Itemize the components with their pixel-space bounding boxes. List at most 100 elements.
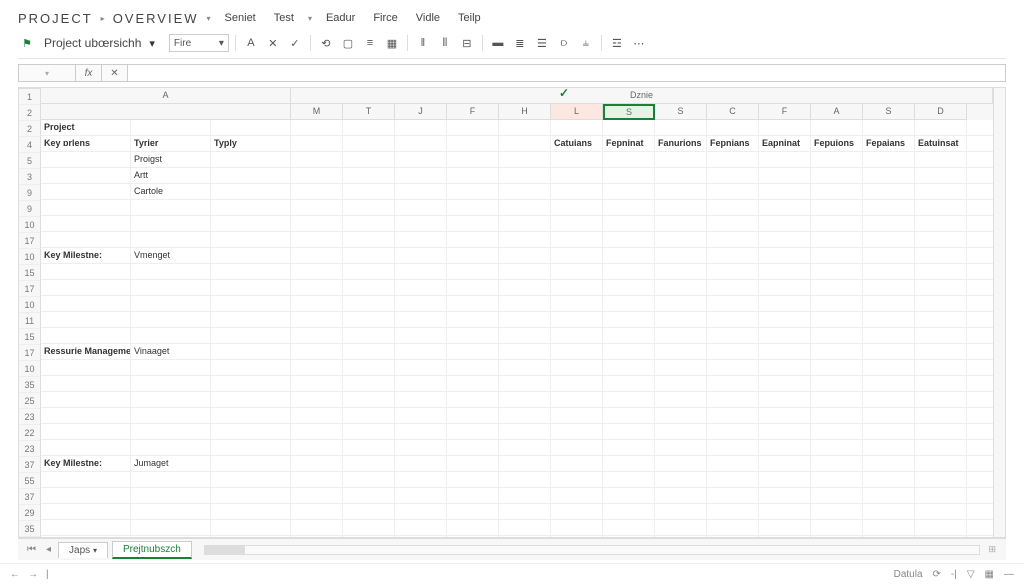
check-icon[interactable]: ✓ xyxy=(286,34,304,52)
table-row[interactable] xyxy=(41,280,993,296)
cell[interactable] xyxy=(131,424,211,439)
row-header[interactable]: 15 xyxy=(19,265,40,281)
cell[interactable] xyxy=(551,344,603,359)
cell[interactable] xyxy=(707,232,759,247)
document-name[interactable]: Project ubœrsichh xyxy=(40,36,145,50)
cell[interactable] xyxy=(211,312,291,327)
cell[interactable] xyxy=(811,296,863,311)
cell[interactable] xyxy=(863,440,915,455)
cell[interactable] xyxy=(603,280,655,295)
cell[interactable] xyxy=(551,392,603,407)
cell[interactable] xyxy=(131,488,211,503)
cell[interactable] xyxy=(211,248,291,263)
cell[interactable] xyxy=(343,520,395,535)
cell[interactable] xyxy=(707,360,759,375)
cell[interactable] xyxy=(655,312,707,327)
cell[interactable] xyxy=(551,152,603,167)
cell[interactable] xyxy=(343,408,395,423)
cell[interactable] xyxy=(291,248,343,263)
cell[interactable] xyxy=(811,152,863,167)
row-header[interactable]: 9 xyxy=(19,185,40,201)
cell[interactable] xyxy=(41,360,131,375)
cell[interactable] xyxy=(603,472,655,487)
cell[interactable] xyxy=(655,152,707,167)
cell[interactable] xyxy=(211,328,291,343)
cell[interactable] xyxy=(707,200,759,215)
cell[interactable] xyxy=(759,456,811,471)
cell[interactable] xyxy=(41,392,131,407)
cell[interactable] xyxy=(655,488,707,503)
cell[interactable]: Eatuinsat xyxy=(915,136,967,151)
cell[interactable] xyxy=(447,280,499,295)
table-row[interactable] xyxy=(41,360,993,376)
cell[interactable]: Eapninat xyxy=(759,136,811,151)
cell[interactable] xyxy=(343,248,395,263)
cell[interactable] xyxy=(395,456,447,471)
cell[interactable] xyxy=(291,184,343,199)
row-header[interactable]: 35 xyxy=(19,377,40,393)
column-header[interactable]: L xyxy=(551,104,603,120)
cell[interactable] xyxy=(863,312,915,327)
cell[interactable] xyxy=(863,344,915,359)
cell-reference-box[interactable]: ▾ xyxy=(18,64,76,82)
row-header[interactable]: 37 xyxy=(19,457,40,473)
formula-input[interactable] xyxy=(128,64,1006,82)
cell[interactable] xyxy=(211,184,291,199)
cell[interactable] xyxy=(759,392,811,407)
cell[interactable] xyxy=(447,440,499,455)
cell[interactable] xyxy=(863,328,915,343)
cell[interactable] xyxy=(759,360,811,375)
chevron-down-icon[interactable]: ▾ xyxy=(308,14,312,23)
cell[interactable] xyxy=(915,184,967,199)
cell[interactable] xyxy=(707,440,759,455)
cell[interactable] xyxy=(499,312,551,327)
cell[interactable] xyxy=(863,520,915,535)
column-header[interactable]: S xyxy=(863,104,915,120)
cell[interactable] xyxy=(863,504,915,519)
cell[interactable] xyxy=(499,392,551,407)
column-header[interactable]: T xyxy=(343,104,395,120)
cell[interactable] xyxy=(603,408,655,423)
table-row[interactable] xyxy=(41,424,993,440)
cell[interactable] xyxy=(655,216,707,231)
row-header[interactable]: 15 xyxy=(19,329,40,345)
cell[interactable] xyxy=(395,232,447,247)
cell[interactable] xyxy=(863,424,915,439)
cell[interactable] xyxy=(291,488,343,503)
cell[interactable] xyxy=(41,232,131,247)
more-icon[interactable]: ⋯ xyxy=(630,34,648,52)
table-row[interactable] xyxy=(41,536,993,537)
cell[interactable] xyxy=(499,424,551,439)
cell[interactable]: Cartole xyxy=(131,184,211,199)
cell[interactable] xyxy=(291,472,343,487)
cell[interactable] xyxy=(211,216,291,231)
cell[interactable] xyxy=(863,376,915,391)
row-header[interactable]: 3 xyxy=(19,169,40,185)
cell[interactable] xyxy=(759,440,811,455)
cell[interactable] xyxy=(41,200,131,215)
forward-icon[interactable]: → xyxy=(28,569,38,580)
cell[interactable] xyxy=(863,232,915,247)
table-row[interactable] xyxy=(41,312,993,328)
cell[interactable] xyxy=(291,344,343,359)
cell[interactable] xyxy=(915,216,967,231)
cell[interactable] xyxy=(655,328,707,343)
grid-icon[interactable]: ▦ xyxy=(383,34,401,52)
cell[interactable] xyxy=(759,184,811,199)
cell[interactable] xyxy=(915,472,967,487)
cell[interactable] xyxy=(395,424,447,439)
cell[interactable] xyxy=(655,232,707,247)
cell[interactable] xyxy=(655,120,707,135)
cell[interactable] xyxy=(499,376,551,391)
cell[interactable] xyxy=(603,232,655,247)
cell[interactable] xyxy=(395,472,447,487)
cell[interactable] xyxy=(863,296,915,311)
menu-item[interactable]: Seniet xyxy=(219,10,262,26)
cell[interactable] xyxy=(211,392,291,407)
cell[interactable] xyxy=(811,392,863,407)
fill-icon[interactable]: ▬ xyxy=(489,34,507,52)
cell[interactable] xyxy=(131,216,211,231)
cell[interactable] xyxy=(211,360,291,375)
cell[interactable] xyxy=(551,280,603,295)
cell[interactable] xyxy=(447,536,499,537)
